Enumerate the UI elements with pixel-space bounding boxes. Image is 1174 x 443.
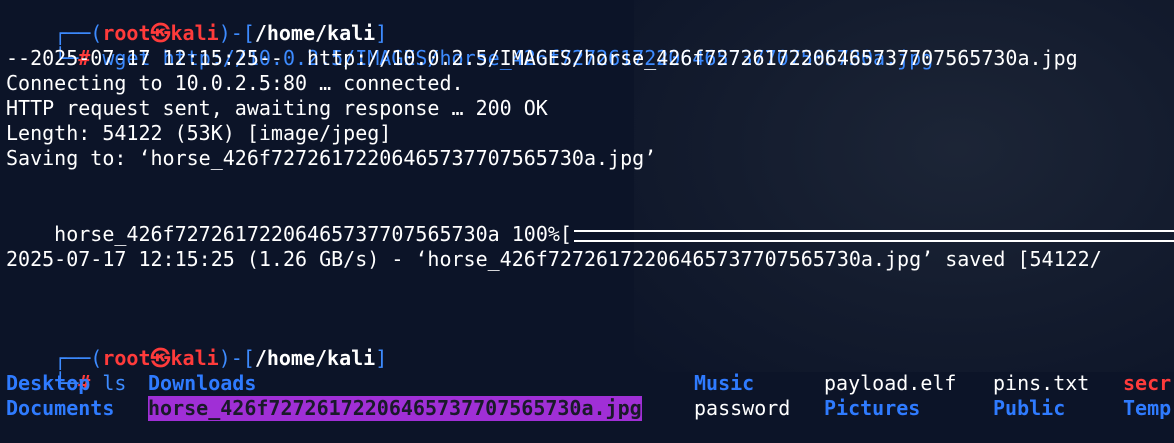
ls-entry-pictures: Pictures xyxy=(824,396,921,420)
prompt-header-2: ┌──(root㉿kali)-[/home/kali] xyxy=(6,321,387,370)
progress-bar xyxy=(573,229,1174,242)
ls-entry-downloads: Downloads xyxy=(148,371,257,395)
ls-entry-music: Music xyxy=(694,371,755,395)
progress-line: horse_426f72726172206465737707565730a 10… xyxy=(6,197,1174,246)
output-line: Length: 54122 (53K) [image/jpeg] xyxy=(6,121,392,145)
prompt-header-1: ┌──(root㉿kali)-[/home/kali] xyxy=(6,0,387,45)
saved-line: 2025-07-17 12:15:25 (1.26 GB/s) - ‘horse… xyxy=(6,247,1102,271)
terminal-window[interactable]: ┌──(root㉿kali)-[/home/kali] └─# wget htt… xyxy=(0,0,1174,443)
progress-filename: horse_426f72726172206465737707565730a 10… xyxy=(54,222,572,246)
command-line-1: └─# wget http://10.0.2.5/IMAGES/horse_42… xyxy=(6,21,933,70)
ls-entry-public: Public xyxy=(993,396,1066,420)
ls-entry-secret: secr xyxy=(1123,371,1172,395)
output-line: --2025-07-17 12:15:25-- http://10.0.2.5/… xyxy=(6,46,1078,70)
ls-entry-payload: payload.elf xyxy=(824,371,957,395)
prompt-mid: )-[ xyxy=(218,346,255,370)
kali-skull-icon: ㉿ xyxy=(150,346,171,370)
command-ls: ls xyxy=(102,371,127,395)
ls-entry-horse-image: horse_426f72726172206465737707565730a.jp… xyxy=(148,396,642,421)
prompt-path: /home/kali xyxy=(254,346,376,370)
ls-entry-desktop: Desktop xyxy=(6,371,91,395)
output-line: Saving to: ‘horse_426f727261722064657377… xyxy=(6,146,657,170)
output-line: Connecting to 10.0.2.5:80 … connected. xyxy=(6,71,464,95)
ls-entry-password: password xyxy=(694,396,791,420)
ls-entry-documents: Documents xyxy=(6,396,115,420)
ls-entry-pins: pins.txt xyxy=(993,371,1090,395)
command-line-2: └─# ls xyxy=(6,346,126,395)
prompt-end: ] xyxy=(375,346,388,370)
ls-entry-templates: Temp xyxy=(1123,396,1172,420)
prompt-host: kali xyxy=(170,346,219,370)
output-line: HTTP request sent, awaiting response … 2… xyxy=(6,96,548,120)
